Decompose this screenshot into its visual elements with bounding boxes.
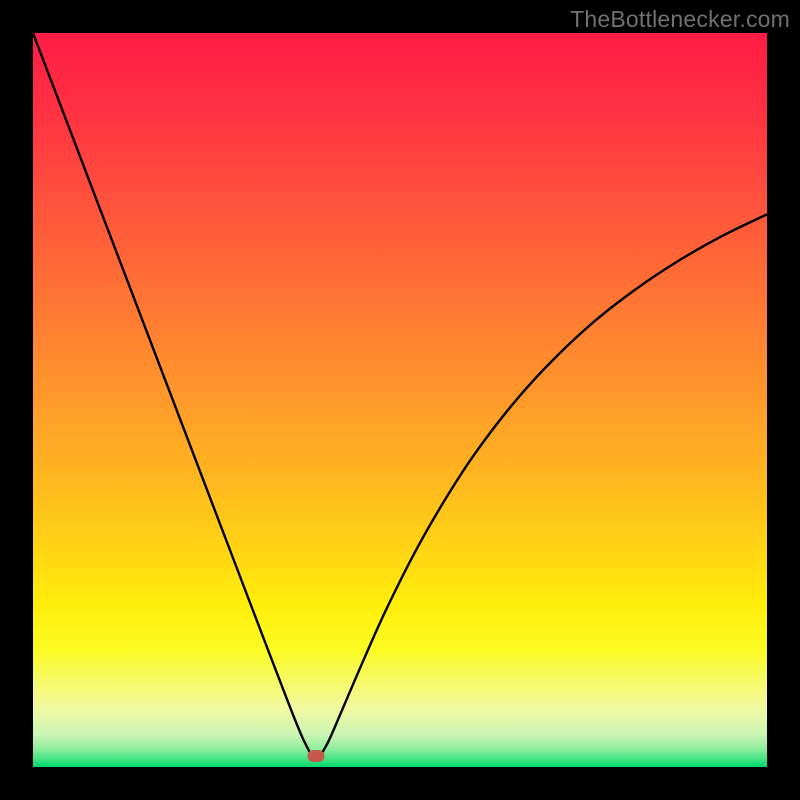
plot-area — [33, 33, 767, 767]
bottleneck-curve — [33, 33, 767, 767]
optimal-point-marker — [307, 750, 324, 762]
chart-stage: TheBottlenecker.com — [0, 0, 800, 800]
watermark-text: TheBottlenecker.com — [570, 6, 790, 33]
